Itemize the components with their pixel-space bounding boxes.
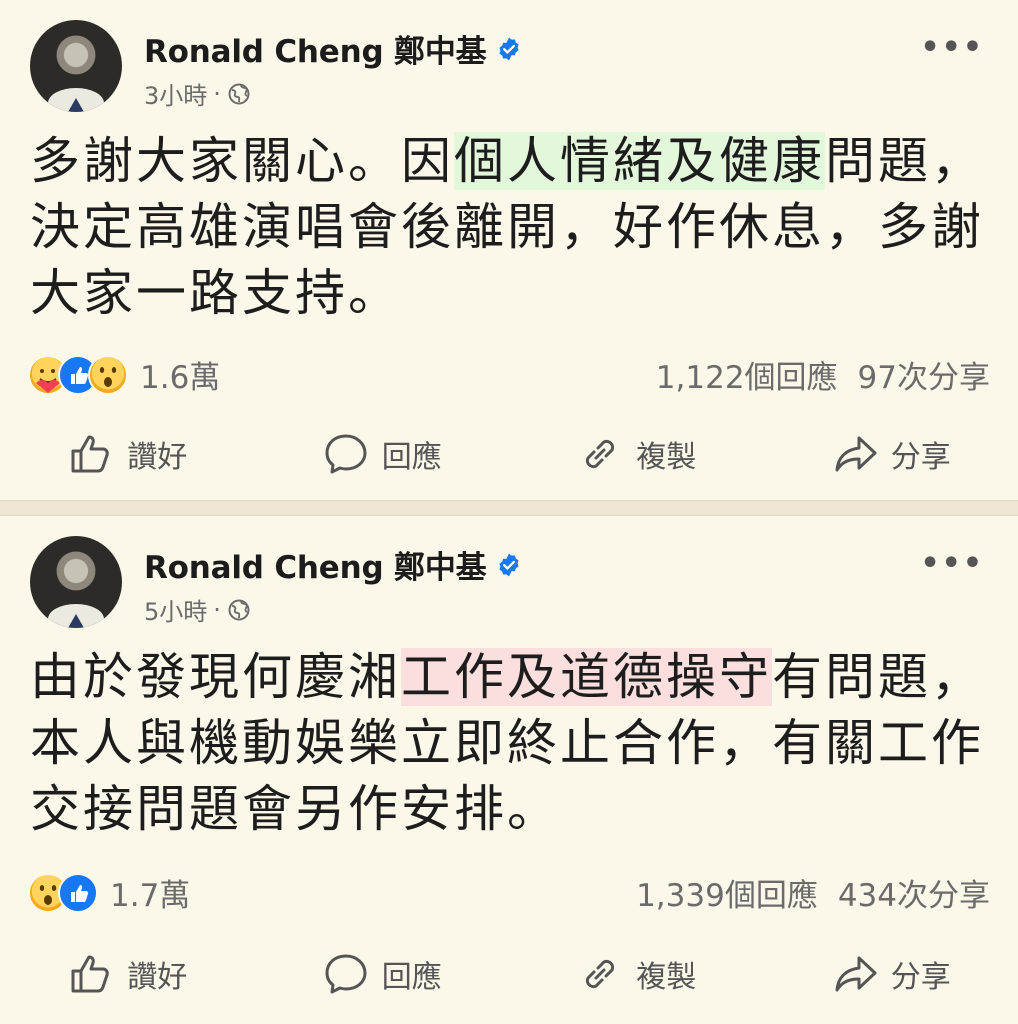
post-text-start: 多謝大家關心。因: [30, 132, 454, 190]
author-row: Ronald Cheng 鄭中基: [144, 26, 522, 71]
reactions-summary[interactable]: 1.6萬: [28, 352, 220, 397]
globe-icon: [228, 83, 250, 104]
comment-button[interactable]: 回應: [322, 430, 442, 478]
author-name[interactable]: Ronald Cheng 鄭中基: [144, 26, 487, 71]
action-bar: 讚好 回應 複製 分享: [0, 950, 1018, 998]
wow-reaction-icon: [88, 354, 128, 395]
post-meta: 3小時 ·: [144, 76, 251, 111]
post-stats: 1.7萬 1,339個回應 434次分享: [28, 870, 990, 915]
comment-button[interactable]: 回應: [322, 950, 442, 998]
verified-badge-icon: [499, 37, 520, 60]
more-options-icon[interactable]: •••: [920, 546, 984, 581]
share-count[interactable]: 97次分享: [858, 352, 990, 397]
action-bar: 讚好 回應 複製 分享: [0, 430, 1018, 478]
comment-label: 回應: [381, 960, 442, 995]
author-row: Ronald Cheng 鄭中基: [144, 542, 522, 587]
copy-label: 複製: [636, 440, 697, 475]
reaction-count: 1.6萬: [140, 360, 221, 396]
post-stats: 1.6萬 1,122個回應 97次分享: [28, 352, 990, 397]
copy-link-button[interactable]: 複製: [576, 430, 696, 478]
share-button[interactable]: 分享: [831, 950, 951, 998]
share-arrow-icon: [835, 436, 877, 472]
post-time[interactable]: 5小時: [144, 592, 207, 627]
copy-label: 複製: [636, 960, 697, 995]
comment-count[interactable]: 1,122個回應: [656, 352, 838, 397]
avatar[interactable]: [30, 536, 122, 628]
copy-link-button[interactable]: 複製: [576, 950, 696, 998]
speech-bubble-icon: [325, 954, 367, 994]
post-divider: [0, 500, 1018, 516]
like-label: 讚好: [127, 440, 188, 475]
verified-badge-icon: [499, 553, 520, 576]
link-icon: [586, 439, 615, 469]
more-options-icon[interactable]: •••: [920, 30, 984, 65]
speech-bubble-icon: [325, 434, 367, 474]
share-arrow-icon: [835, 956, 877, 992]
highlighted-text: 個人情緒及健康: [454, 132, 825, 190]
post-text: 由於發現何慶湘工作及道德操守有問題，本人與機動娛樂立即終止合作，有關工作交接問題…: [30, 644, 990, 842]
share-label: 分享: [890, 440, 951, 475]
reaction-count: 1.7萬: [110, 878, 191, 914]
author-name[interactable]: Ronald Cheng 鄭中基: [144, 542, 487, 587]
post-card: Ronald Cheng 鄭中基 3小時 · ••• 多謝大家關心。因個人情緒及…: [0, 0, 1018, 500]
meta-separator: ·: [213, 79, 221, 108]
post-text-start: 由於發現何慶湘: [30, 648, 401, 706]
comment-label: 回應: [381, 440, 442, 475]
comment-count[interactable]: 1,339個回應: [636, 870, 818, 915]
highlighted-text: 工作及道德操守: [401, 648, 772, 706]
post-time[interactable]: 3小時: [144, 76, 207, 111]
like-button[interactable]: 讚好: [67, 430, 187, 478]
link-icon: [586, 959, 615, 989]
like-label: 讚好: [127, 960, 188, 995]
share-button[interactable]: 分享: [831, 430, 951, 478]
like-reaction-icon: [58, 872, 98, 913]
share-label: 分享: [890, 960, 951, 995]
like-button[interactable]: 讚好: [67, 950, 187, 998]
meta-separator: ·: [213, 595, 221, 624]
globe-icon: [228, 599, 250, 620]
reactions-summary[interactable]: 1.7萬: [28, 870, 190, 915]
avatar[interactable]: [30, 20, 122, 112]
thumbs-up-icon: [71, 955, 109, 993]
share-count[interactable]: 434次分享: [838, 870, 990, 915]
post-text: 多謝大家關心。因個人情緒及健康問題，決定高雄演唱會後離開，好作休息，多謝大家一路…: [30, 128, 990, 326]
post-meta: 5小時 ·: [144, 592, 251, 627]
post-card: Ronald Cheng 鄭中基 5小時 · ••• 由於發現何慶湘工作及道德操…: [0, 516, 1018, 1024]
thumbs-up-icon: [71, 435, 109, 473]
